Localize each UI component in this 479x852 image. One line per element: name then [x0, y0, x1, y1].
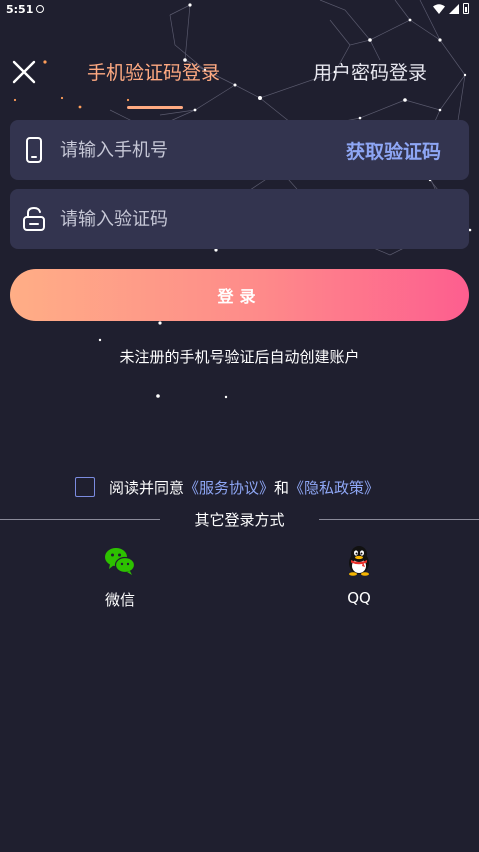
code-field — [10, 189, 469, 249]
status-icons — [433, 3, 469, 14]
agreement-row: 阅读并同意 《服务协议》 和 《隐私政策》 — [75, 476, 379, 498]
status-time: 5:51 — [6, 3, 34, 16]
close-icon[interactable] — [10, 58, 38, 86]
battery-icon — [463, 3, 469, 14]
phone-field: 获取验证码 — [10, 120, 469, 180]
tab-sms-login[interactable]: 手机验证码登录 — [87, 58, 220, 85]
service-agreement-link[interactable]: 《服务协议》 — [184, 477, 274, 498]
other-login-divider: 其它登录方式 — [0, 509, 479, 531]
wifi-icon — [433, 3, 445, 14]
get-code-button[interactable]: 获取验证码 — [346, 137, 441, 164]
qq-login-button[interactable]: QQ — [319, 545, 399, 607]
wechat-label: 微信 — [104, 591, 135, 609]
agreement-prefix: 阅读并同意 — [109, 478, 185, 497]
notification-icon — [36, 5, 44, 13]
login-button[interactable]: 登录 — [10, 269, 469, 321]
tab-password-login[interactable]: 用户密码登录 — [313, 58, 427, 85]
phone-icon — [26, 137, 42, 163]
status-bar: 5:51 — [0, 0, 479, 20]
register-hint: 未注册的手机号验证后自动创建账户 — [119, 348, 360, 366]
agreement-conjunction: 和 — [274, 478, 290, 497]
code-input[interactable] — [60, 203, 330, 235]
wechat-icon — [105, 548, 136, 575]
privacy-policy-link[interactable]: 《隐私政策》 — [289, 477, 379, 498]
signal-icon — [449, 3, 459, 14]
phone-input[interactable] — [60, 134, 330, 166]
qq-label: QQ — [347, 589, 371, 607]
active-tab-indicator — [127, 106, 183, 109]
qq-icon — [349, 546, 369, 576]
wechat-login-button[interactable]: 微信 — [80, 545, 160, 610]
divider-line-right — [319, 519, 479, 520]
lock-icon — [23, 206, 45, 231]
agreement-checkbox[interactable] — [75, 477, 95, 497]
